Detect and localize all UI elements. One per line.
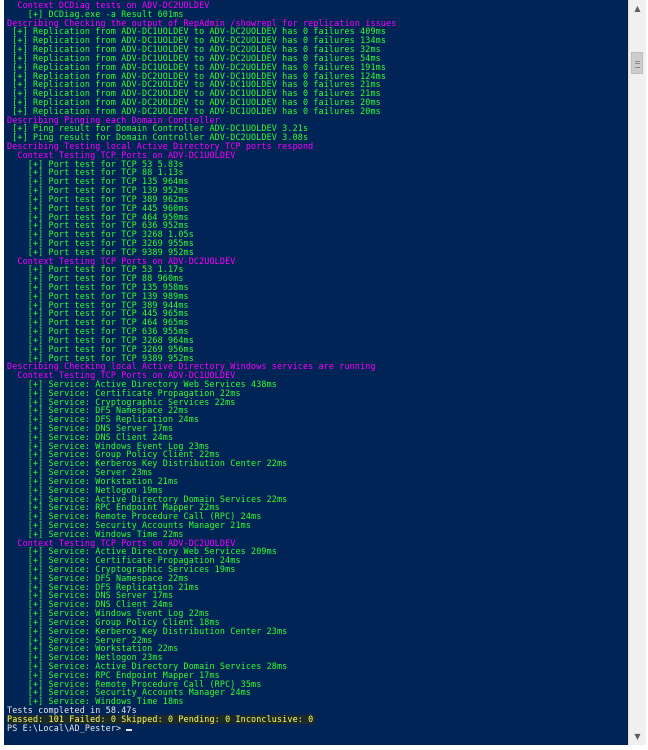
powershell-console[interactable]: Context DCDiag tests on ADV-DC2UOLDEV [+… xyxy=(4,0,628,745)
scroll-down-icon[interactable]: ▼ xyxy=(629,728,646,745)
scrollbar-thumb[interactable] xyxy=(631,52,643,74)
prompt-text: PS E:\Local\AD_Pester> xyxy=(7,722,127,733)
command-prompt-line[interactable]: PS E:\Local\AD_Pester> xyxy=(4,722,628,733)
grip-icon xyxy=(635,61,640,68)
vertical-scrollbar[interactable]: ▲ ▼ xyxy=(628,0,646,745)
text-cursor xyxy=(126,728,133,731)
console-output: Context DCDiag tests on ADV-DC2UOLDEV [+… xyxy=(4,1,628,706)
scroll-up-icon[interactable]: ▲ xyxy=(629,0,646,17)
